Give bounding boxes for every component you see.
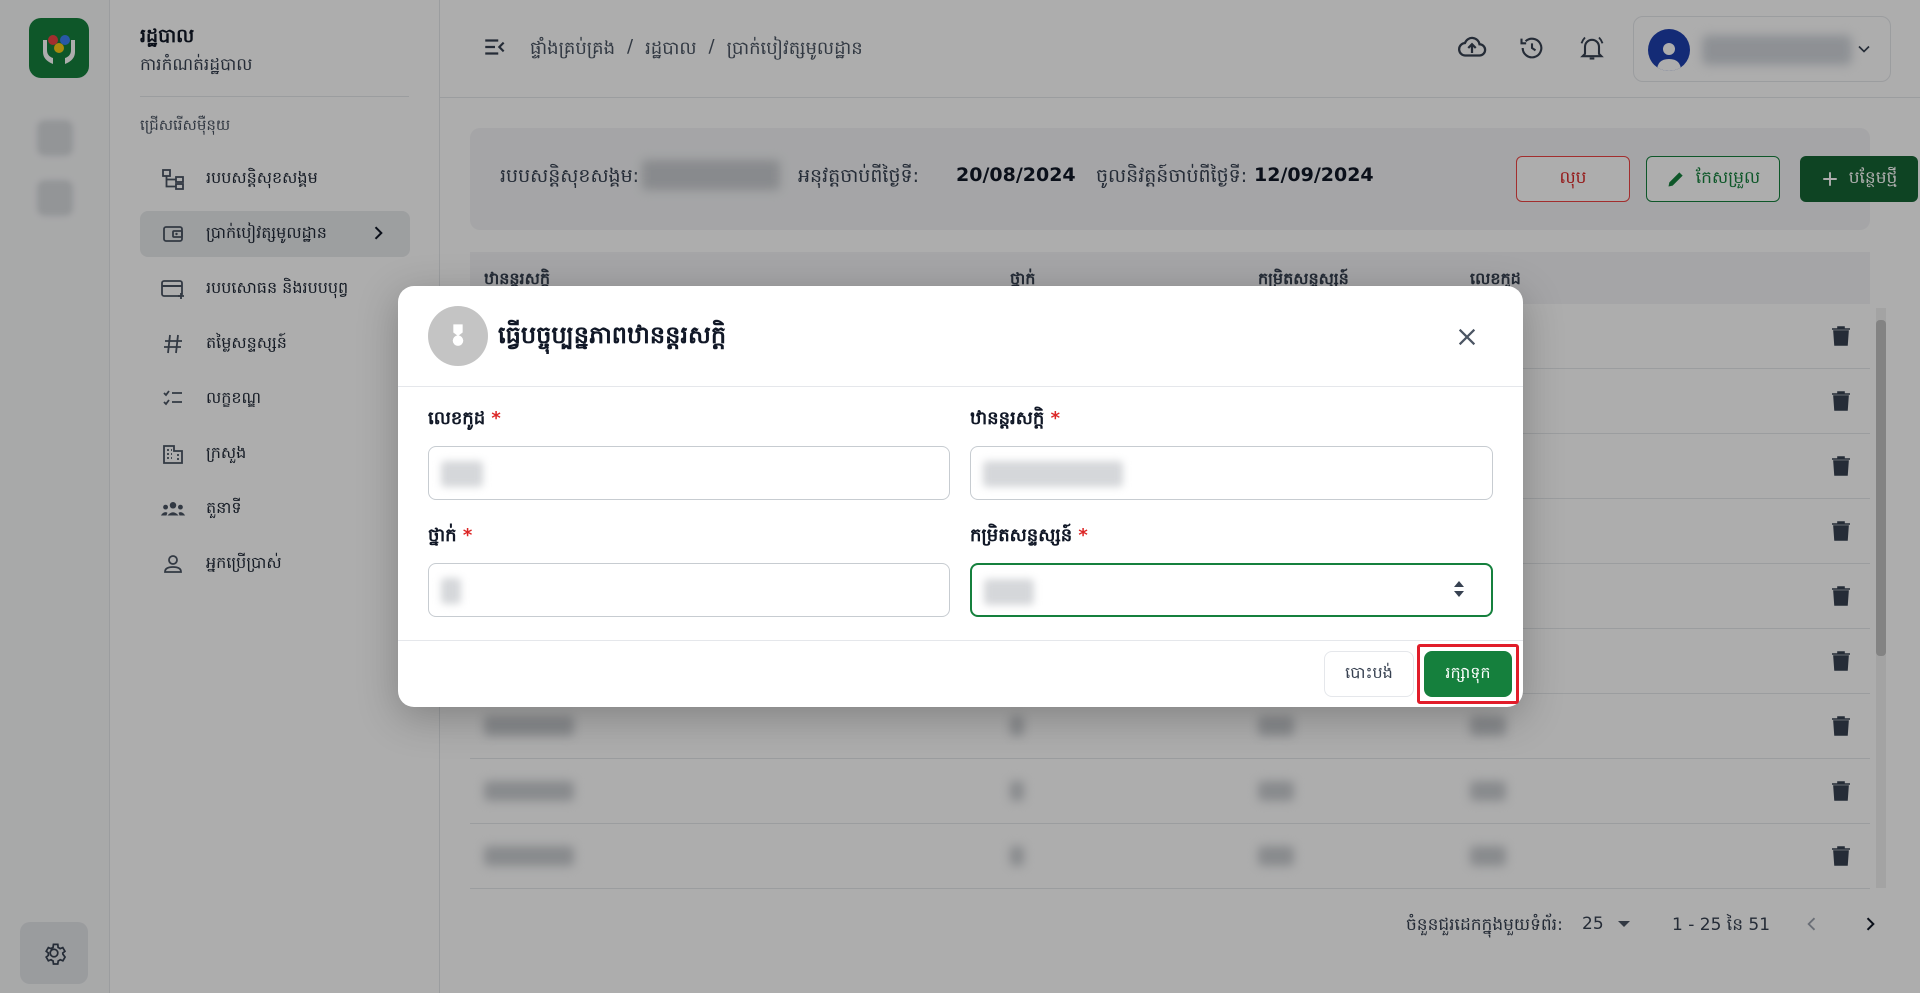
code-value-blurred [441,461,483,487]
code-field-label: លេខកូដ * [428,408,501,429]
code-input[interactable] [428,446,950,500]
spin-up-icon[interactable] [1453,580,1465,588]
close-button[interactable] [1450,320,1484,354]
rank-input[interactable] [970,446,1493,500]
save-button[interactable]: រក្សាទុក [1424,651,1512,697]
spin-down-icon[interactable] [1453,590,1465,598]
index-field-label: កម្រិតសន្ទស្សន៍ * [970,525,1088,546]
dialog-footer-divider [398,640,1523,641]
index-number-input[interactable] [970,563,1493,617]
update-rank-dialog: ធ្វើបច្ចុប្បន្នភាពឋានន្តរសក្តិ លេខកូដ * … [398,286,1523,707]
cancel-button[interactable]: បោះបង់ [1324,651,1414,697]
class-value-blurred [441,578,461,604]
number-spinner[interactable] [1453,580,1465,598]
rank-field-label: ឋានន្តរសក្តិ * [970,408,1060,429]
close-icon [1458,328,1476,346]
class-field-label: ថ្នាក់ * [428,525,473,546]
dialog-title: ធ្វើបច្ចុប្បន្នភាពឋានន្តរសក្តិ [498,321,727,349]
dialog-divider [398,386,1523,387]
class-input[interactable] [428,563,950,617]
index-value-blurred [984,579,1034,605]
rank-value-blurred [983,461,1123,487]
medal-icon [428,306,488,366]
